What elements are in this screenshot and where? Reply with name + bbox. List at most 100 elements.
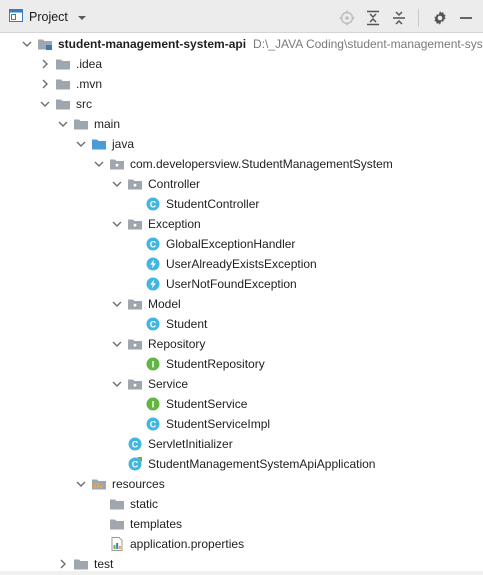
tree-node-label: GlobalExceptionHandler bbox=[166, 237, 295, 251]
gear-icon[interactable] bbox=[429, 10, 451, 26]
package-icon bbox=[127, 296, 143, 312]
chevron-down-icon[interactable] bbox=[21, 38, 33, 50]
expand-all-icon[interactable] bbox=[362, 10, 384, 26]
tree-node[interactable]: UserAlreadyExistsException bbox=[0, 254, 483, 274]
tree-node-name: Controller bbox=[148, 177, 201, 191]
project-view-selector[interactable]: Project bbox=[9, 9, 87, 25]
tree-node[interactable]: C GlobalExceptionHandler bbox=[0, 234, 483, 254]
collapse-all-icon[interactable] bbox=[388, 10, 410, 26]
class-icon: C bbox=[127, 436, 143, 452]
svg-text:I: I bbox=[152, 359, 155, 369]
tree-node-name: resources bbox=[112, 477, 165, 491]
tree-node[interactable]: C ServletInitializer bbox=[0, 434, 483, 454]
tree-node-label: StudentServiceImpl bbox=[166, 417, 270, 431]
tree-node[interactable]: main bbox=[0, 114, 483, 134]
svg-text:C: C bbox=[132, 439, 139, 449]
tree-node[interactable]: C StudentManagementSystemApiApplication bbox=[0, 454, 483, 474]
tree-node-name: templates bbox=[130, 517, 183, 531]
tree-node-label: StudentController bbox=[166, 197, 259, 211]
tree-node-label: Exception bbox=[148, 217, 201, 231]
tree-node[interactable]: static bbox=[0, 494, 483, 514]
tree-node-name: StudentManagementSystemApiApplication bbox=[148, 457, 376, 471]
chevron-down-icon[interactable] bbox=[77, 11, 87, 25]
svg-text:I: I bbox=[152, 399, 155, 409]
tree-node[interactable]: C StudentServiceImpl bbox=[0, 414, 483, 434]
tree-node[interactable]: resources bbox=[0, 474, 483, 494]
tree-node-label: java bbox=[112, 137, 134, 151]
chevron-down-icon[interactable] bbox=[111, 218, 123, 230]
locate-icon[interactable] bbox=[336, 10, 358, 26]
package-icon bbox=[127, 336, 143, 352]
tree-node[interactable]: Controller bbox=[0, 174, 483, 194]
folder-icon bbox=[109, 496, 125, 512]
chevron-down-icon[interactable] bbox=[57, 118, 69, 130]
tree-node-label: Service bbox=[148, 377, 188, 391]
properties-file-icon bbox=[109, 536, 125, 552]
tree-node-label: test bbox=[94, 557, 113, 571]
class-icon: C bbox=[145, 416, 161, 432]
tree-node-label: src bbox=[76, 97, 92, 111]
tree-node[interactable]: Service bbox=[0, 374, 483, 394]
tree-node[interactable]: C Student bbox=[0, 314, 483, 334]
tree-node[interactable]: java bbox=[0, 134, 483, 154]
tree-node[interactable]: .mvn bbox=[0, 74, 483, 94]
package-icon bbox=[127, 216, 143, 232]
chevron-down-icon[interactable] bbox=[111, 378, 123, 390]
chevron-down-icon[interactable] bbox=[39, 98, 51, 110]
chevron-down-icon[interactable] bbox=[111, 178, 123, 190]
chevron-right-icon[interactable] bbox=[57, 558, 69, 570]
tree-node-name: .idea bbox=[76, 57, 103, 71]
project-view-icon bbox=[9, 9, 23, 25]
tree-node[interactable]: Exception bbox=[0, 214, 483, 234]
chevron-down-icon[interactable] bbox=[93, 158, 105, 170]
chevron-down-icon[interactable] bbox=[75, 478, 87, 490]
tree-node-label: main bbox=[94, 117, 120, 131]
tree-node-name: Exception bbox=[148, 217, 201, 231]
tree-node[interactable]: .idea bbox=[0, 54, 483, 74]
chevron-right-icon[interactable] bbox=[39, 78, 51, 90]
exception-class-icon bbox=[145, 276, 161, 292]
tree-node-label: templates bbox=[130, 517, 182, 531]
tree-node[interactable]: UserNotFoundException bbox=[0, 274, 483, 294]
chevron-down-icon[interactable] bbox=[75, 138, 87, 150]
tree-node-label: ServletInitializer bbox=[148, 437, 233, 451]
tree-node[interactable]: src bbox=[0, 94, 483, 114]
tree-node[interactable]: I StudentRepository bbox=[0, 354, 483, 374]
tree-node[interactable]: com.developersview.StudentManagementSyst… bbox=[0, 154, 483, 174]
tree-node[interactable]: I StudentService bbox=[0, 394, 483, 414]
chevron-down-icon[interactable] bbox=[111, 338, 123, 350]
module-path: D:\_JAVA Coding\student-management-syste… bbox=[253, 37, 483, 51]
tree-node-name: Service bbox=[148, 377, 189, 391]
chevron-down-icon[interactable] bbox=[111, 298, 123, 310]
package-icon bbox=[127, 376, 143, 392]
tree-node-label: StudentManagementSystemApiApplication bbox=[148, 457, 375, 471]
tree-node-label: .mvn bbox=[76, 77, 102, 91]
horizontal-scrollbar[interactable] bbox=[0, 571, 483, 575]
folder-icon bbox=[55, 76, 71, 92]
folder-icon bbox=[109, 516, 125, 532]
tree-node-name: StudentService bbox=[166, 397, 248, 411]
package-icon bbox=[109, 156, 125, 172]
tree-node-name: student-management-system-api bbox=[58, 37, 247, 51]
tree-node-name: Model bbox=[148, 297, 181, 311]
svg-text:C: C bbox=[150, 319, 157, 329]
tree-node[interactable]: student-management-system-api D:\_JAVA Co… bbox=[0, 34, 483, 54]
tree-node[interactable]: C StudentController bbox=[0, 194, 483, 214]
chevron-right-icon[interactable] bbox=[39, 58, 51, 70]
svg-text:C: C bbox=[150, 419, 157, 429]
tree-node[interactable]: Repository bbox=[0, 334, 483, 354]
tree-node[interactable]: Model bbox=[0, 294, 483, 314]
tree-node[interactable]: application.properties bbox=[0, 534, 483, 554]
toolbar-separator bbox=[418, 9, 419, 27]
class-icon: C bbox=[145, 316, 161, 332]
tree-node[interactable]: templates bbox=[0, 514, 483, 534]
project-toolbar: Project bbox=[0, 0, 483, 33]
tree-node-name: UserNotFoundException bbox=[166, 277, 297, 291]
tree-node-name: GlobalExceptionHandler bbox=[166, 237, 296, 251]
tree-node-label: Student bbox=[166, 317, 207, 331]
tree-node-label: student-management-system-api D:\_JAVA Co… bbox=[58, 37, 483, 51]
class-icon: C bbox=[145, 196, 161, 212]
minimize-icon[interactable] bbox=[455, 10, 477, 26]
tree-node-name: StudentRepository bbox=[166, 357, 265, 371]
tree-node-label: Repository bbox=[148, 337, 205, 351]
